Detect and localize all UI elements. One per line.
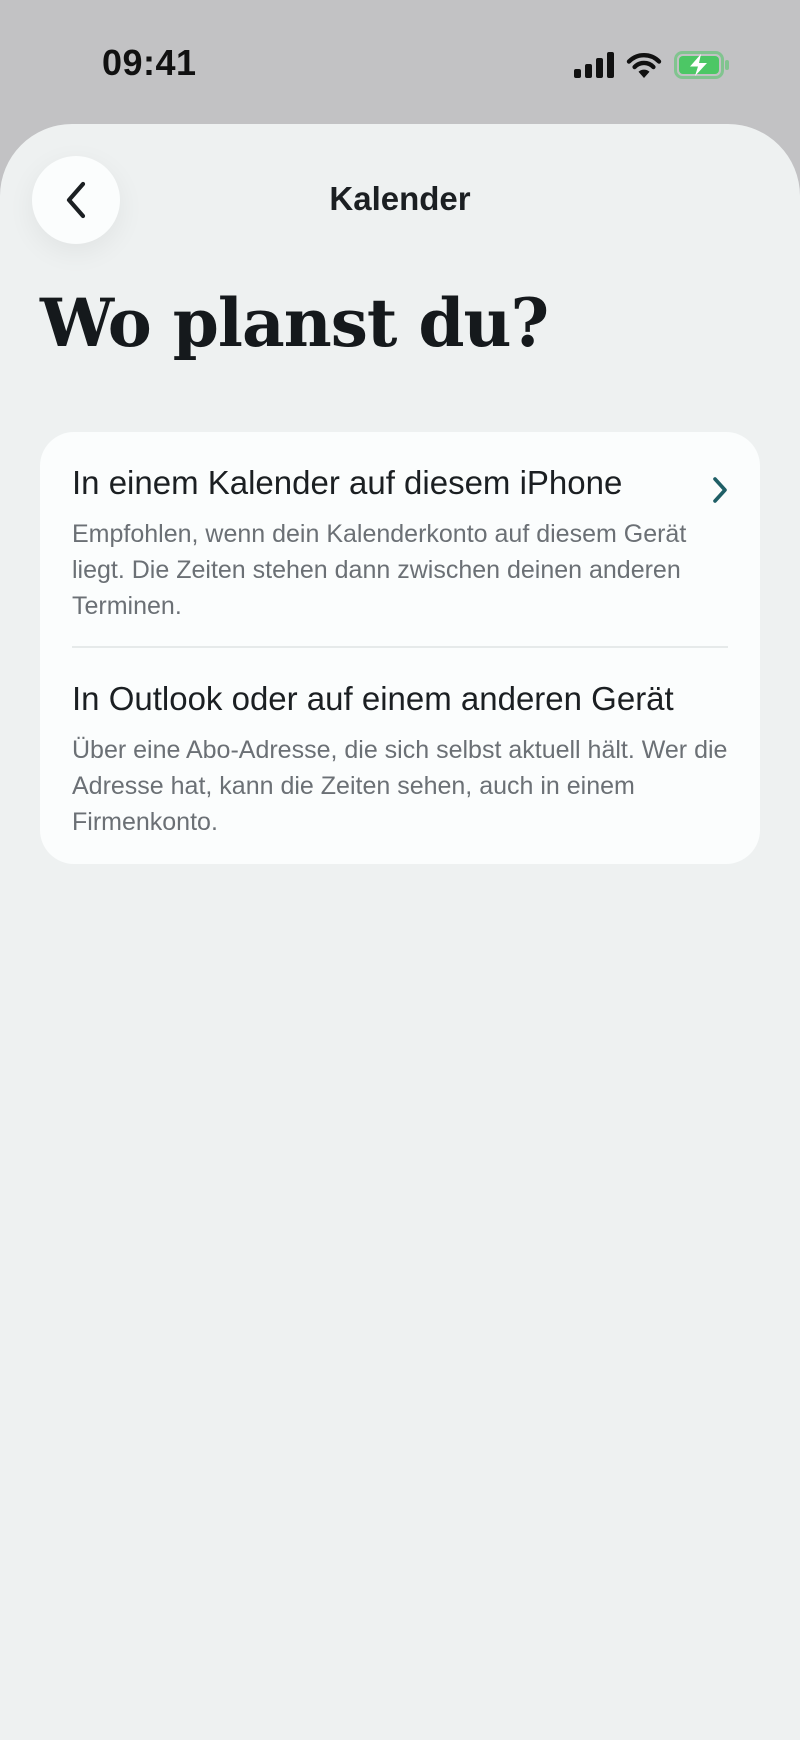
chevron-right-icon <box>713 477 727 503</box>
status-time: 09:41 <box>102 42 197 83</box>
option-title: In Outlook oder auf einem anderen Gerät <box>72 680 674 717</box>
option-description: Über eine Abo-Adresse, die sich selbst a… <box>72 736 728 836</box>
option-this-iphone[interactable]: In einem Kalender auf diesem iPhone Empf… <box>40 432 760 646</box>
calendar-sheet: Kalender Wo planst du? In einem Kalender… <box>0 124 800 1740</box>
option-description: Empfohlen, wenn dein Kalenderkonto auf d… <box>72 520 687 620</box>
option-outlook-other-device[interactable]: In Outlook oder auf einem anderen Gerät … <box>40 648 760 864</box>
battery-charging-icon <box>674 51 729 79</box>
status-icons <box>574 48 730 82</box>
status-bar: 09:41 <box>0 0 800 124</box>
nav-title: Kalender <box>329 180 471 217</box>
cellular-signal-icon <box>574 52 614 78</box>
wifi-icon <box>626 53 662 78</box>
option-title: In einem Kalender auf diesem iPhone <box>72 464 623 501</box>
page-title: Wo planst du? <box>40 284 549 362</box>
options-card: In einem Kalender auf diesem iPhone Empf… <box>40 432 760 864</box>
